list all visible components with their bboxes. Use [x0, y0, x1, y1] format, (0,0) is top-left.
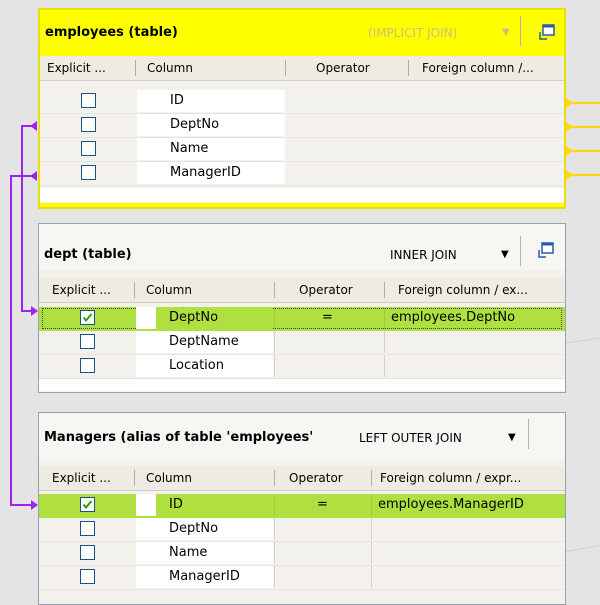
join-links [10, 98, 600, 510]
outgoing-link-stubs [566, 98, 600, 180]
join-arrow-head [31, 500, 38, 510]
join-arrow-head [31, 306, 38, 316]
join-link-deptno [21, 125, 36, 312]
join-arrow-head [30, 171, 37, 181]
join-arrow-head [30, 121, 37, 131]
join-link-manager [10, 175, 36, 506]
